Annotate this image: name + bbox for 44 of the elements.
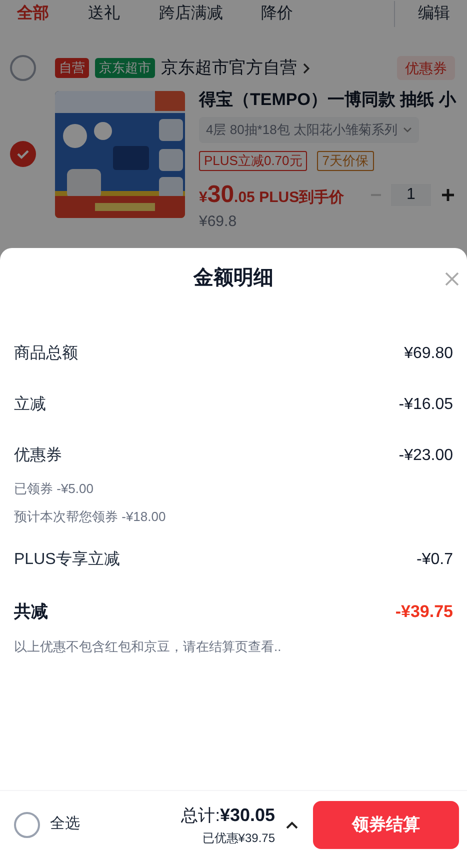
store-name[interactable]: 京东超市官方自营	[161, 55, 297, 81]
coupon-note: 已领券 -¥5.00	[14, 480, 94, 498]
total-label: 总计:	[181, 805, 220, 827]
close-icon[interactable]	[445, 272, 459, 286]
plus-button[interactable]	[441, 188, 455, 202]
store-badge: 自营	[55, 58, 89, 78]
filter-tab[interactable]: 全部	[17, 2, 49, 26]
check-icon	[16, 147, 30, 161]
footnote: 以上优惠不包含红包和京豆，请在结算页查看..	[14, 638, 282, 656]
coupon-button[interactable]: 优惠券	[397, 56, 455, 80]
coupon-note: 预计本次帮您领券 -¥18.00	[14, 508, 167, 526]
filter-tab[interactable]: 送礼	[88, 2, 120, 26]
amount-label: 优惠券	[14, 446, 62, 466]
checkbox[interactable]	[10, 55, 36, 81]
amount-value: ¥69.80	[404, 344, 453, 364]
spec-selector[interactable]: 4层 80抽*18包 太阳花小雏菊系列	[199, 117, 420, 143]
caret-icon	[403, 127, 412, 133]
sheet-title: 金额明细	[194, 266, 274, 291]
amount-label: 立减	[14, 394, 46, 415]
amount-label: PLUS专享立减	[14, 550, 120, 570]
amount-value: -¥16.05	[398, 395, 453, 415]
amount-value: -¥39.75	[395, 601, 453, 623]
filter-tab[interactable]: 降价	[261, 2, 293, 26]
price: ¥30.05 PLUS到手价	[199, 180, 344, 210]
chevron-up-icon[interactable]	[285, 820, 299, 830]
checkout-button[interactable]: 领券结算	[313, 800, 459, 848]
store-badge: 京东超市	[95, 58, 155, 78]
product-title[interactable]: 得宝（TEMPO）一博同款 抽纸 小	[199, 89, 455, 111]
amount-label: 共减	[14, 601, 48, 623]
checkbox[interactable]	[14, 812, 40, 838]
total-amount: ¥30.05	[220, 804, 275, 827]
checkbox[interactable]	[10, 141, 36, 167]
saved-amount: 已优惠¥39.75	[202, 830, 275, 847]
original-price: ¥69.8	[199, 212, 238, 232]
amount-value: -¥0.7	[416, 550, 453, 570]
edit-button[interactable]: 编辑	[418, 2, 450, 26]
filter-tab[interactable]: 跨店满减	[159, 2, 223, 26]
amount-label: 商品总额	[14, 344, 78, 364]
amount-value: -¥23.00	[398, 446, 453, 466]
quantity-field[interactable]: 1	[391, 184, 431, 206]
chevron-icon	[303, 62, 310, 74]
select-all-label[interactable]: 全选	[50, 813, 80, 836]
promo-tag: 7天价保	[317, 151, 374, 171]
promo-tag: PLUS立减0.70元	[199, 151, 308, 171]
